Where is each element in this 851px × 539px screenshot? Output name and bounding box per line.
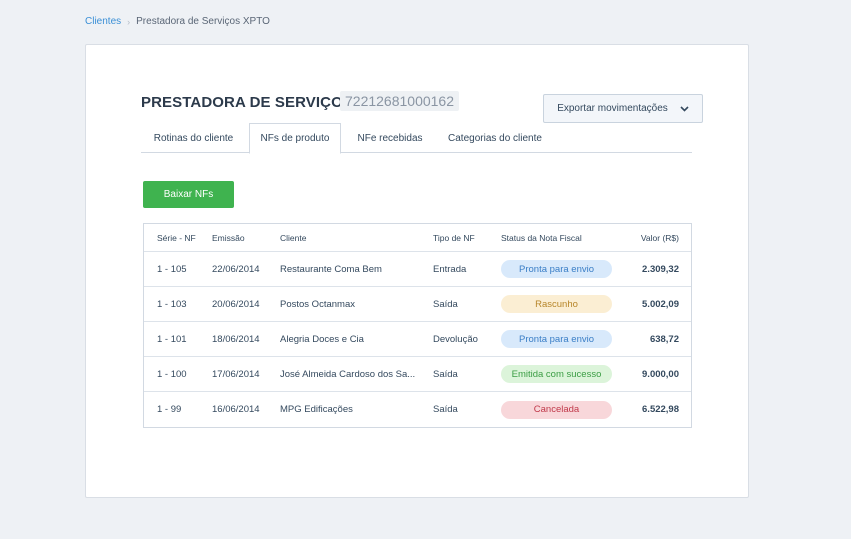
client-tabs: Rotinas do cliente NFs de produto NFe re…	[141, 123, 692, 154]
header-status[interactable]: Status da Nota Fiscal	[501, 224, 613, 251]
cell-valor: 638,72	[649, 333, 679, 345]
table-row[interactable]: 1 - 99 16/06/2014 MPG Edificações Saída …	[144, 392, 691, 427]
header-serie[interactable]: Série - NF	[157, 224, 207, 251]
status-badge: Rascunho	[501, 295, 612, 313]
cell-serie: 1 - 99	[157, 404, 182, 415]
cell-valor: 2.309,32	[642, 263, 679, 275]
cell-tipo: Saída	[433, 298, 458, 310]
client-name: PRESTADORA DE SERVIÇOS...	[141, 94, 366, 111]
tab-nfs-de-produto[interactable]: NFs de produto	[249, 123, 341, 154]
cell-emissao: 20/06/2014	[212, 298, 260, 310]
cell-status: Pronta para envio	[501, 252, 613, 286]
cell-serie: 1 - 105	[157, 263, 187, 275]
cell-cliente: Postos Octanmax	[280, 298, 355, 310]
breadcrumb: Clientes › Prestadora de Serviços XPTO	[85, 16, 270, 27]
table-row[interactable]: 1 - 103 20/06/2014 Postos Octanmax Saída…	[144, 287, 691, 322]
export-movements-button[interactable]: Exportar movimentações	[543, 94, 703, 123]
status-badge: Pronta para envio	[501, 330, 612, 348]
breadcrumb-current: Prestadora de Serviços XPTO	[136, 16, 270, 27]
table-header-row: Série - NF Emissão Cliente Tipo de NF St…	[144, 224, 691, 252]
cell-serie: 1 - 101	[157, 333, 187, 345]
export-movements-label: Exportar movimentações	[557, 103, 668, 114]
cell-status: Pronta para envio	[501, 322, 613, 356]
cell-serie: 1 - 100	[157, 368, 187, 380]
cell-status: Cancelada	[501, 392, 613, 427]
table-row[interactable]: 1 - 101 18/06/2014 Alegria Doces e Cia D…	[144, 322, 691, 357]
chevron-down-icon	[680, 105, 689, 112]
cell-emissao: 18/06/2014	[212, 333, 260, 345]
header-valor[interactable]: Valor (R$)	[609, 224, 679, 251]
header-tipo[interactable]: Tipo de NF	[433, 224, 495, 251]
cell-emissao: 22/06/2014	[212, 263, 260, 275]
cell-cliente: MPG Edificações	[280, 404, 353, 415]
tab-nfe-recebidas[interactable]: NFe recebidas	[348, 123, 432, 153]
client-document: 72212681000162	[340, 91, 460, 111]
cell-valor: 5.002,09	[642, 298, 679, 310]
cell-status: Rascunho	[501, 287, 613, 321]
cell-emissao: 16/06/2014	[212, 404, 260, 415]
cell-tipo: Entrada	[433, 263, 467, 275]
table-row[interactable]: 1 - 100 17/06/2014 José Almeida Cardoso …	[144, 357, 691, 392]
cell-valor: 6.522,98	[642, 404, 679, 415]
cell-valor: 9.000,00	[642, 368, 679, 380]
breadcrumb-separator: ›	[127, 16, 131, 27]
cell-cliente: Restaurante Coma Bem	[280, 263, 382, 275]
status-badge: Pronta para envio	[501, 260, 612, 278]
nf-table: Série - NF Emissão Cliente Tipo de NF St…	[143, 223, 692, 428]
header-cliente[interactable]: Cliente	[280, 224, 420, 251]
cell-serie: 1 - 103	[157, 298, 187, 310]
client-card: PRESTADORA DE SERVIÇOS... 72212681000162…	[85, 44, 749, 498]
header-emissao[interactable]: Emissão	[212, 224, 276, 251]
cell-tipo: Saída	[433, 368, 458, 380]
status-badge: Cancelada	[501, 400, 612, 419]
status-badge: Emitida com sucesso	[501, 365, 612, 383]
cell-cliente: José Almeida Cardoso dos Sa...	[280, 368, 416, 380]
breadcrumb-clientes-link[interactable]: Clientes	[85, 16, 121, 27]
tab-categorias-do-cliente[interactable]: Categorias do cliente	[439, 123, 551, 153]
table-row[interactable]: 1 - 105 22/06/2014 Restaurante Coma Bem …	[144, 252, 691, 287]
cell-tipo: Devolução	[433, 333, 478, 345]
download-nfs-button[interactable]: Baixar NFs	[143, 181, 234, 208]
cell-emissao: 17/06/2014	[212, 368, 260, 380]
cell-tipo: Saída	[433, 404, 458, 415]
cell-status: Emitida com sucesso	[501, 357, 613, 391]
cell-cliente: Alegria Doces e Cia	[280, 333, 364, 345]
tab-rotinas-do-cliente[interactable]: Rotinas do cliente	[141, 123, 246, 153]
